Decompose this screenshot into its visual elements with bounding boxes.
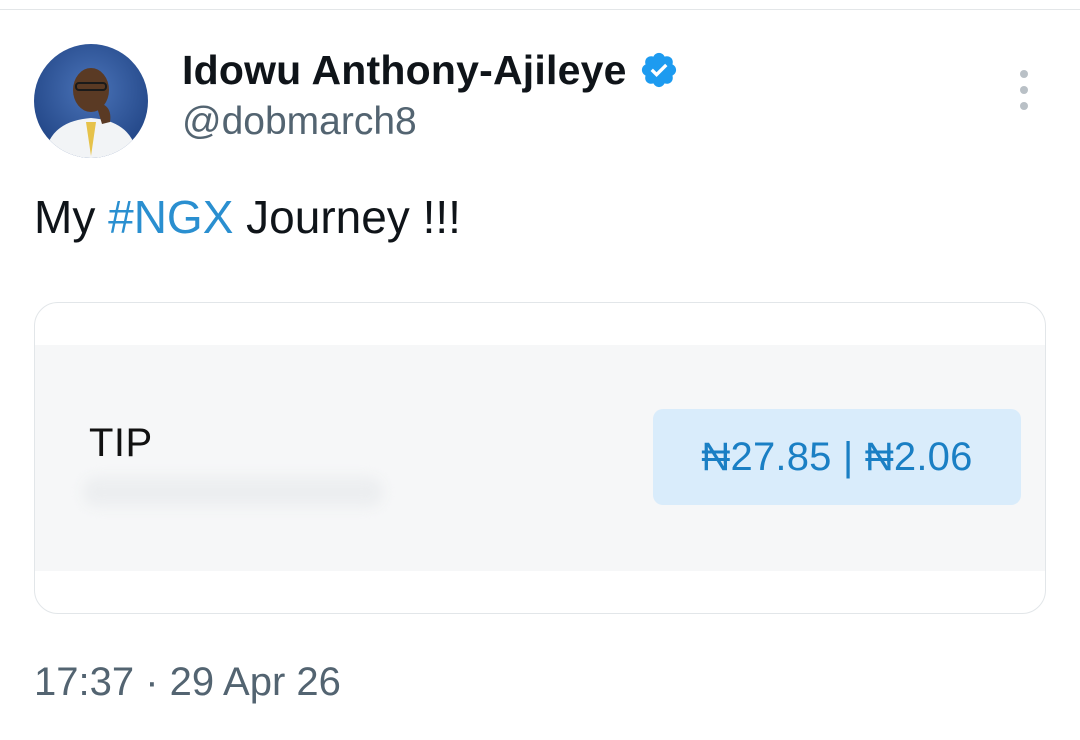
tweet-timestamp[interactable]: 17:37 · 29 Apr 26	[34, 660, 341, 705]
more-dot	[1020, 102, 1028, 110]
media-image: TIP ₦27.85 | ₦2.06	[35, 345, 1045, 571]
hashtag-link[interactable]: #NGX	[108, 191, 233, 243]
author-avatar[interactable]	[34, 44, 148, 158]
top-divider	[0, 9, 1080, 10]
tweet-text-suffix: Journey !!!	[233, 191, 461, 243]
tweet-text-prefix: My	[34, 191, 109, 243]
author-handle[interactable]: @dobmarch8	[182, 100, 417, 144]
more-dot	[1020, 70, 1028, 78]
stock-symbol-label: TIP	[89, 421, 153, 465]
avatar-photo-icon	[34, 44, 148, 158]
blurred-text	[83, 477, 383, 507]
more-dot	[1020, 86, 1028, 94]
author-name-row: Idowu Anthony-Ajileye	[182, 44, 679, 96]
verified-badge-icon	[641, 52, 676, 88]
more-options-icon[interactable]	[1004, 66, 1044, 114]
author-display-name[interactable]: Idowu Anthony-Ajileye	[182, 47, 627, 94]
price-badge: ₦27.85 | ₦2.06	[653, 409, 1021, 505]
tweet-text: My #NGX Journey !!!	[34, 190, 461, 244]
tweet-media-card[interactable]: TIP ₦27.85 | ₦2.06	[34, 302, 1046, 614]
